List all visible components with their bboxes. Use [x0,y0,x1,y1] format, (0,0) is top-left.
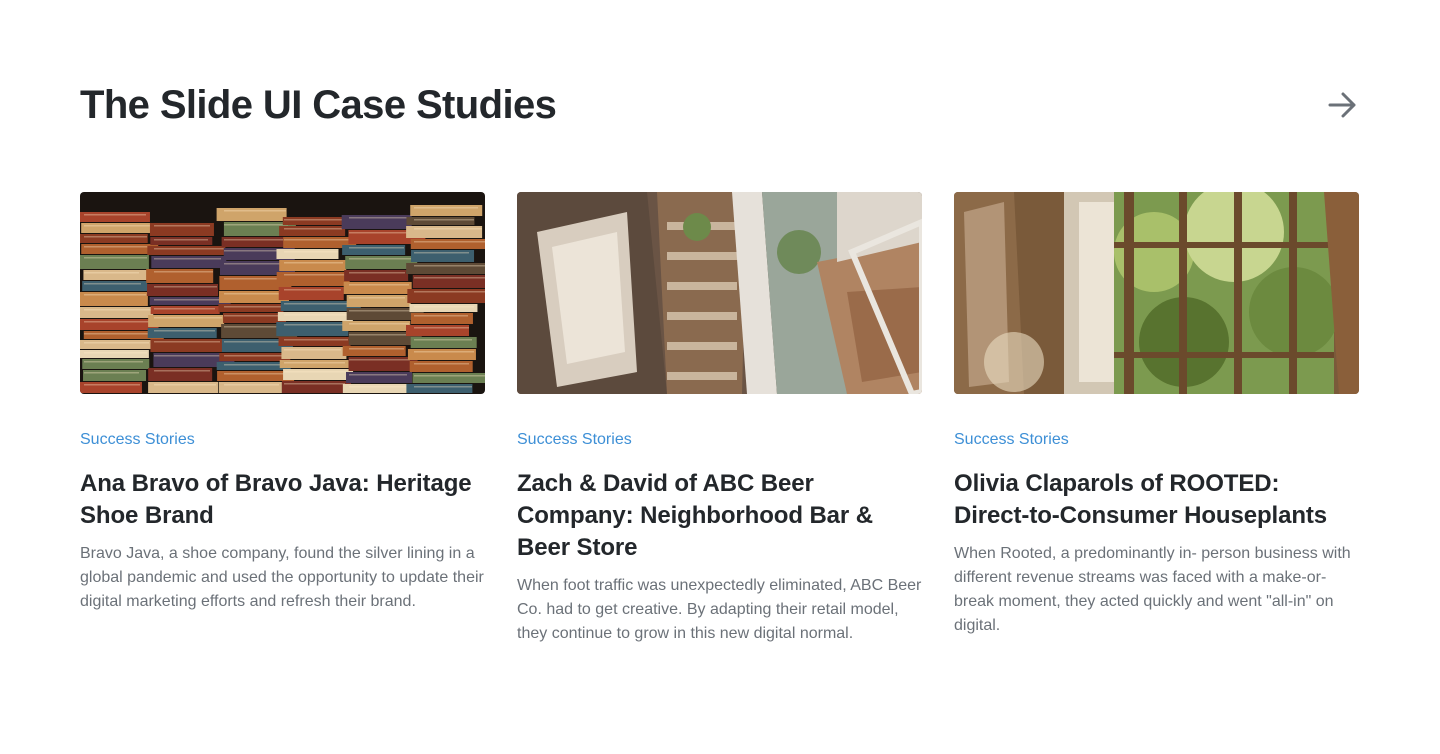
card-description: When Rooted, a predominantly in- person … [954,545,1351,634]
interior-staircase-image[interactable] [517,192,922,394]
arrow-right-icon [1328,92,1356,118]
card-description: When foot traffic was unexpectedly elimi… [517,577,922,642]
next-arrow-button[interactable] [1326,88,1360,122]
section-title: The Slide UI Case Studies [80,83,557,127]
card-title[interactable]: Zach & David of ABC Beer Company: Neighb… [517,468,922,564]
case-study-card[interactable]: Success Stories Zach & David of ABC Beer… [517,192,922,646]
card-title[interactable]: Olivia Claparols of ROOTED: Direct-to-Co… [954,468,1359,532]
section-header: The Slide UI Case Studies [80,80,1360,130]
card-category[interactable]: Success Stories [80,430,485,450]
stacked-books-image[interactable] [80,192,485,394]
card-description: Bravo Java, a shoe company, found the si… [80,545,484,610]
card-category[interactable]: Success Stories [954,430,1359,450]
case-study-cards: Success Stories Ana Bravo of Bravo Java:… [80,192,1360,646]
card-category[interactable]: Success Stories [517,430,922,450]
card-title[interactable]: Ana Bravo of Bravo Java: Heritage Shoe B… [80,468,485,532]
case-study-card[interactable]: Success Stories Ana Bravo of Bravo Java:… [80,192,485,646]
sunroom-plants-image[interactable] [954,192,1359,394]
case-studies-section: The Slide UI Case Studies Success Storie… [0,0,1440,754]
case-study-card[interactable]: Success Stories Olivia Claparols of ROOT… [954,192,1359,646]
